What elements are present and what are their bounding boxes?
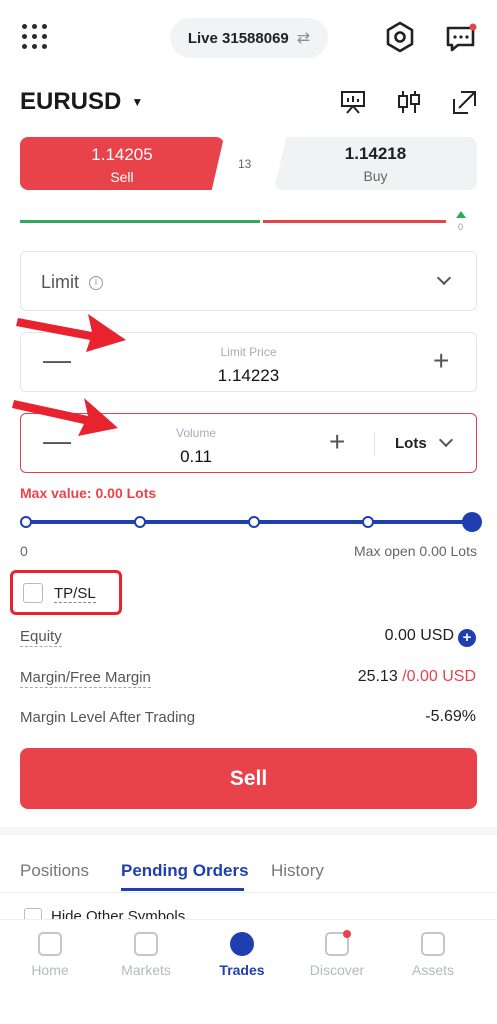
slider-step[interactable] (20, 516, 32, 528)
chevron-down-icon (436, 270, 452, 286)
decrease-volume-button[interactable]: — (43, 427, 71, 455)
nav-assets-label: Assets (411, 962, 454, 978)
sell-sentiment-bar (263, 220, 446, 223)
nav-discover[interactable]: Discover (297, 930, 377, 978)
message-icon[interactable] (444, 22, 478, 54)
sell-label: Sell (110, 169, 134, 185)
add-funds-icon[interactable]: + (458, 629, 476, 647)
nav-home-label: Home (31, 962, 69, 978)
buy-sentiment-bar (20, 220, 260, 223)
caret-down-icon: ▼ (131, 95, 144, 109)
increase-volume-button[interactable]: + (329, 428, 345, 456)
account-label: Live 31588069 (187, 29, 289, 47)
settings-hex-icon[interactable] (383, 20, 417, 54)
info-icon[interactable]: i (89, 276, 103, 290)
chevron-down-icon[interactable] (438, 432, 454, 448)
trend-up-icon (456, 211, 466, 218)
top-bar: Live 31588069 ⇄ (0, 0, 497, 76)
candlestick-icon[interactable] (395, 88, 423, 116)
margin-separator: / (397, 668, 407, 685)
discover-icon (325, 930, 351, 956)
tab-positions[interactable]: Positions (20, 861, 89, 881)
equity-value: 0.00 USD (384, 627, 454, 644)
buy-price: 1.14218 (344, 144, 407, 163)
sell-button[interactable]: Sell (20, 748, 477, 809)
tpsl-checkbox[interactable] (23, 583, 43, 603)
margin-value: 25.13 (357, 668, 398, 685)
sentiment-value: 0 (458, 222, 464, 232)
nav-markets[interactable]: Markets (106, 932, 186, 978)
nav-home[interactable]: Home (10, 932, 90, 978)
tpsl-label[interactable]: TP/SL (54, 585, 96, 603)
slider-step[interactable] (362, 516, 374, 528)
unit-select[interactable]: Lots (395, 435, 427, 452)
slider-min-label: 0 (20, 543, 28, 559)
margin-level-value: -5.69% (425, 708, 476, 725)
grid-menu-icon[interactable] (22, 24, 48, 50)
order-type-label: Limit (41, 272, 80, 292)
equity-row-value: 0.00 USD + (385, 627, 476, 647)
swap-icon: ⇄ (296, 30, 311, 47)
nav-trades[interactable]: Trades (202, 932, 282, 978)
margin-row-value: 25.13 /0.00 USD (358, 668, 476, 686)
tab-history[interactable]: History (271, 861, 324, 881)
tab-pending-orders[interactable]: Pending Orders (121, 861, 249, 881)
notification-dot (343, 930, 351, 938)
symbol-selector[interactable]: EURUSD ▼ (20, 88, 143, 116)
trades-icon (230, 932, 254, 956)
field-divider (374, 432, 375, 456)
section-divider (0, 827, 497, 835)
symbol-name: EURUSD (20, 88, 122, 115)
chart-presentation-icon[interactable] (339, 88, 367, 116)
sell-price: 1.14205 (91, 145, 153, 164)
free-margin-value: 0.00 USD (406, 668, 476, 685)
limit-price-field[interactable]: — Limit Price 1.14223 + (20, 332, 477, 392)
markets-icon (134, 932, 158, 956)
volume-field[interactable]: — Volume 0.11 + Lots (20, 413, 477, 473)
order-type-select[interactable]: Limit i (20, 251, 477, 311)
expand-icon[interactable] (451, 88, 479, 116)
limit-price-caption: Limit Price (220, 345, 277, 359)
nav-markets-label: Markets (121, 962, 171, 978)
increase-price-button[interactable]: + (433, 347, 449, 375)
slider-step[interactable] (134, 516, 146, 528)
home-chart-icon (38, 932, 62, 956)
nav-assets[interactable]: Assets (393, 932, 473, 978)
spread-value: 13 (238, 157, 252, 171)
buy-price-button[interactable]: 1.14218 Buy (274, 137, 477, 190)
equity-label[interactable]: Equity (20, 628, 62, 647)
sell-price-button[interactable]: 1.14205 Sell (20, 137, 224, 190)
slider-step[interactable] (248, 516, 260, 528)
nav-trades-label: Trades (219, 962, 265, 978)
buy-label: Buy (363, 168, 388, 184)
assets-icon (421, 932, 445, 956)
slider-max-label: Max open 0.00 Lots (354, 543, 477, 559)
nav-discover-label: Discover (309, 962, 365, 978)
volume-value[interactable]: 0.11 (81, 447, 311, 467)
max-value-warning: Max value: 0.00 Lots (20, 485, 157, 501)
limit-price-value[interactable]: 1.14223 (21, 366, 476, 386)
volume-caption: Volume (175, 426, 217, 440)
margin-label[interactable]: Margin/Free Margin (20, 669, 151, 688)
margin-level-label: Margin Level After Trading (20, 709, 196, 726)
bottom-navigation: Home Markets Trades Discover Assets (0, 919, 497, 1024)
active-tab-indicator (121, 888, 244, 891)
volume-slider-thumb[interactable] (462, 512, 482, 532)
tabs-divider (0, 892, 497, 893)
account-switcher[interactable]: Live 31588069 ⇄ (170, 18, 328, 58)
